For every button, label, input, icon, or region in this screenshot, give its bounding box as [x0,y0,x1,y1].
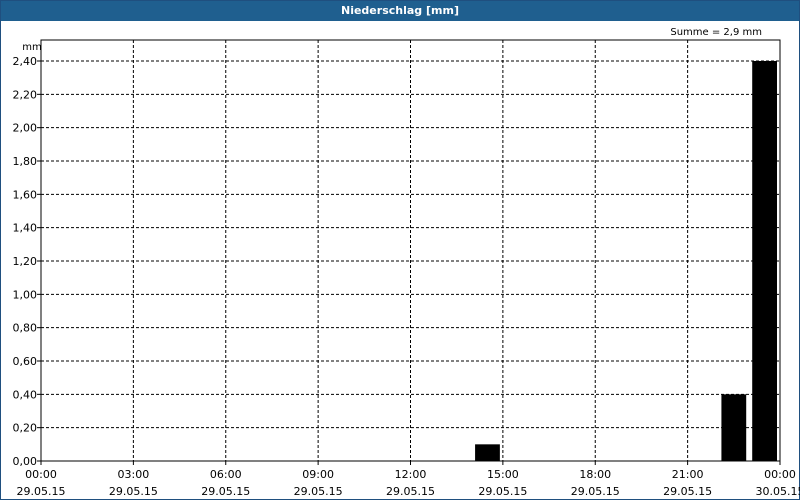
x-tick-date: 29.05.15 [386,485,435,498]
x-tick-time: 00:00 [25,468,57,481]
x-tick-date: 29.05.15 [294,485,343,498]
x-tick-date: 30.05.15 [756,485,800,498]
x-tick-date: 29.05.15 [201,485,250,498]
y-tick-label: 0,20 [13,422,38,435]
x-tick-date: 29.05.15 [571,485,620,498]
y-tick-label: 1,80 [13,155,38,168]
x-tick-date: 29.05.15 [478,485,527,498]
grid [41,40,780,461]
precipitation-bar [721,394,747,461]
y-axis-label: mm [22,42,41,53]
y-tick-label: 0,00 [13,455,38,468]
x-tick-time: 12:00 [395,468,427,481]
x-axis: 00:00 29.05.15 03:00 29.05.15 06:00 29.05.15 0… [17,461,800,498]
x-tick-time: 09:00 [302,468,334,481]
precipitation-bar [752,61,777,461]
y-axis: 0,00 0,20 0,40 0,60 0,80 1,00 1,20 1,40 1,60 1,80… [13,55,41,468]
x-tick-time: 06:00 [210,468,242,481]
x-tick-time: 00:00 [764,468,796,481]
y-tick-label: 1,00 [13,288,38,301]
y-tick-label: 0,60 [13,355,38,368]
y-tick-label: 0,40 [13,388,38,401]
x-tick-time: 15:00 [487,468,519,481]
y-tick-label: 1,20 [13,255,38,268]
y-tick-label: 2,40 [13,55,38,68]
precipitation-bar [475,444,500,461]
y-tick-label: 1,40 [13,222,38,235]
y-tick-label: 0,80 [13,322,38,335]
x-tick-time: 21:00 [672,468,704,481]
y-tick-label: 2,00 [13,122,38,135]
x-tick-date: 29.05.15 [109,485,158,498]
y-tick-label: 1,60 [13,188,38,201]
y-tick-label: 2,20 [13,88,38,101]
x-tick-time: 18:00 [579,468,611,481]
precipitation-chart: 0,00 0,20 0,40 0,60 0,80 1,00 1,20 1,40 1,60 1,80… [13,27,800,498]
x-tick-date: 29.05.15 [663,485,712,498]
sum-annotation: Summe = 2,9 mm [670,27,762,38]
x-tick-time: 03:00 [118,468,150,481]
x-tick-date: 29.05.15 [17,485,66,498]
